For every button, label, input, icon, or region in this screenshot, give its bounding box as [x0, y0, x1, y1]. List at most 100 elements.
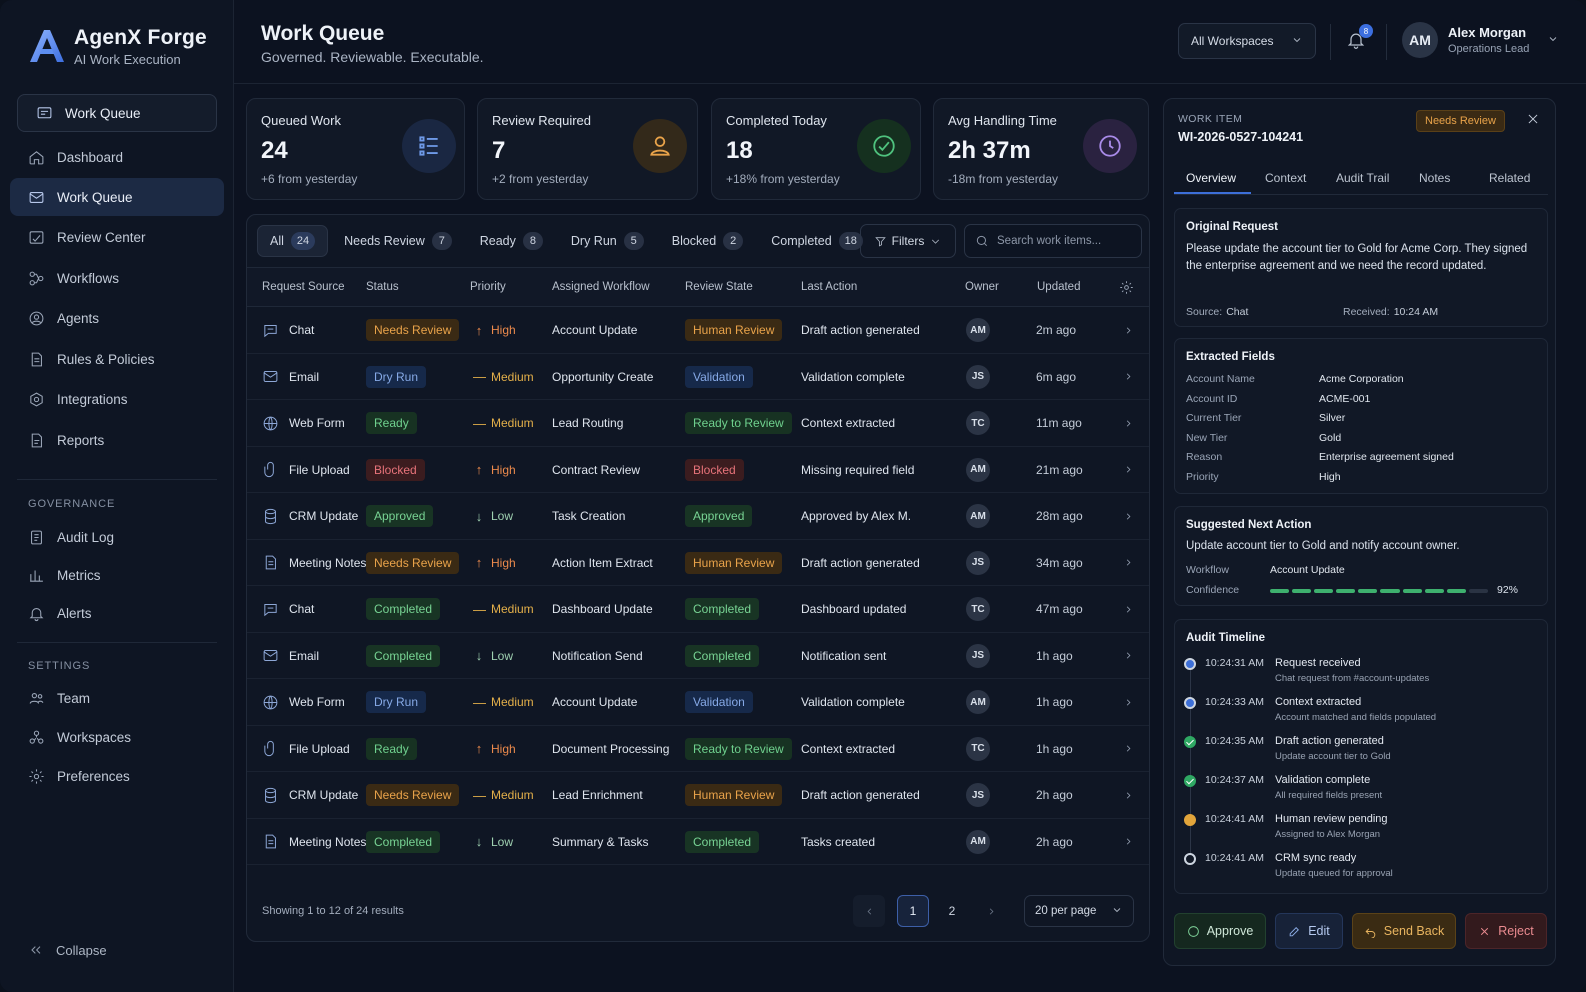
- tab-ready[interactable]: Ready 8: [468, 225, 555, 257]
- sidebar-item-agents[interactable]: Agents: [10, 300, 224, 338]
- priority-label: Medium: [491, 369, 534, 384]
- page-button-1[interactable]: 1: [897, 895, 929, 927]
- arrow-up-icon: ↑: [475, 741, 483, 756]
- tab-context[interactable]: Context: [1265, 171, 1306, 185]
- column-header[interactable]: Request Source: [262, 281, 344, 293]
- sidebar-item-workflows[interactable]: Workflows: [10, 259, 224, 297]
- table-row[interactable]: Chat Needs Review ↑ High Account Update Human…: [247, 307, 1149, 354]
- send-back-button[interactable]: Send Back: [1352, 913, 1456, 949]
- sidebar-item-reports[interactable]: Reports: [10, 421, 224, 459]
- edit-button[interactable]: Edit: [1275, 913, 1343, 949]
- sidebar-item-review-center[interactable]: Review Center: [10, 219, 224, 257]
- stat-card-review[interactable]: Review Required 7 +2 from yesterday: [477, 98, 698, 200]
- governance-section-title: GOVERNANCE: [28, 498, 116, 510]
- table-row[interactable]: Chat Completed — Medium Dashboard Update Comp…: [247, 586, 1149, 633]
- chevron-right-icon[interactable]: [1123, 633, 1134, 679]
- chevron-right-icon[interactable]: [1123, 819, 1134, 865]
- sidebar-item-work-queue[interactable]: Work Queue: [10, 178, 224, 216]
- sidebar-item-alerts[interactable]: Alerts: [10, 594, 224, 632]
- column-header[interactable]: Review State: [685, 281, 753, 293]
- prev-page-button[interactable]: [853, 895, 885, 927]
- tab-completed[interactable]: Completed 18: [759, 225, 875, 257]
- table-row[interactable]: File Upload Ready ↑ High Document Processing…: [247, 726, 1149, 772]
- chevron-right-icon[interactable]: [1123, 493, 1134, 539]
- table-row[interactable]: Web Form Dry Run — Medium Account Update Vali…: [247, 679, 1149, 726]
- table-row[interactable]: File Upload Blocked ↑ High Contract Review Bl…: [247, 447, 1149, 493]
- chevron-right-icon[interactable]: [1123, 354, 1134, 400]
- sidebar-settings-nav: Team Workspaces Preferences: [10, 679, 224, 795]
- close-panel-button[interactable]: [1526, 112, 1540, 129]
- table-row[interactable]: CRM Update Needs Review — Medium Lead Enrich…: [247, 772, 1149, 819]
- review-state-badge: Blocked: [685, 458, 744, 481]
- timeline-subtitle: Account matched and fields populated: [1275, 712, 1437, 723]
- notifications-button[interactable]: 8: [1346, 24, 1373, 52]
- chevron-right-icon[interactable]: [1123, 726, 1134, 772]
- sidebar-item-metrics[interactable]: Metrics: [10, 556, 224, 594]
- integrations-icon: [27, 391, 45, 409]
- workspace-select[interactable]: All Workspaces: [1178, 23, 1316, 59]
- table-row[interactable]: Web Form Ready — Medium Lead Routing Ready to…: [247, 400, 1149, 447]
- approve-button[interactable]: Approve: [1174, 913, 1266, 949]
- table-row[interactable]: Email Completed ↓ Low Notification Send Compl…: [247, 633, 1149, 679]
- collapse-sidebar-button[interactable]: Collapse: [28, 942, 107, 958]
- chevron-right-icon[interactable]: [1123, 586, 1134, 632]
- column-header[interactable]: Status: [366, 281, 399, 293]
- column-header[interactable]: Updated: [1037, 281, 1080, 293]
- column-header[interactable]: Owner: [965, 281, 999, 293]
- chevron-down-icon: [932, 239, 940, 244]
- search-input[interactable]: [997, 235, 1137, 247]
- sidebar-item-audit-log[interactable]: Audit Log: [10, 518, 224, 556]
- chevron-right-icon[interactable]: [1123, 400, 1134, 446]
- timeline-time: 10:24:37 AM: [1205, 774, 1264, 786]
- column-header[interactable]: Last Action: [801, 281, 857, 293]
- chevron-right-icon[interactable]: [1123, 679, 1134, 725]
- tab-overview[interactable]: Overview: [1186, 171, 1236, 185]
- sidebar-item-work-queue-pinned[interactable]: Work Queue: [17, 94, 217, 132]
- tab-dry-run[interactable]: Dry Run 5: [559, 225, 656, 257]
- table-settings-button[interactable]: [1119, 280, 1134, 298]
- chevron-right-icon[interactable]: [1123, 307, 1134, 353]
- sidebar-item-integrations[interactable]: Integrations: [10, 381, 224, 419]
- tab-audit-trail[interactable]: Audit Trail: [1336, 171, 1389, 185]
- updated-time: 34m ago: [1036, 555, 1083, 570]
- sidebar-item-workspaces[interactable]: Workspaces: [10, 718, 224, 756]
- column-header[interactable]: Priority: [470, 281, 506, 293]
- confidence-segment: [1336, 589, 1356, 593]
- table-row[interactable]: CRM Update Approved ↓ Low Task Creation Appro…: [247, 493, 1149, 540]
- sidebar-item-preferences[interactable]: Preferences: [10, 757, 224, 795]
- tab-notes[interactable]: Notes: [1419, 171, 1450, 185]
- dash-icon: —: [473, 694, 486, 710]
- table-row[interactable]: Meeting Notes Needs Review ↑ High Action Ite…: [247, 540, 1149, 586]
- next-page-button[interactable]: [975, 895, 1007, 927]
- page-button-2[interactable]: 2: [936, 895, 968, 927]
- stat-card-handling-time[interactable]: Avg Handling Time 2h 37m -18m from yeste…: [933, 98, 1149, 200]
- bell-icon: [27, 604, 45, 622]
- filters-button[interactable]: Filters: [860, 224, 956, 258]
- search-box[interactable]: [964, 224, 1142, 258]
- user-menu[interactable]: AM Alex Morgan Operations Lead: [1402, 22, 1559, 58]
- reject-button[interactable]: Reject: [1465, 913, 1547, 949]
- tab-blocked[interactable]: Blocked 2: [660, 225, 755, 257]
- clock-icon: [1083, 119, 1137, 173]
- chevron-right-icon[interactable]: [1123, 540, 1134, 586]
- priority: — Medium: [473, 400, 534, 446]
- per-page-select[interactable]: 20 per page: [1024, 895, 1134, 927]
- stat-card-queued[interactable]: Queued Work 24 +6 from yesterday: [246, 98, 465, 200]
- tab-related[interactable]: Related: [1489, 171, 1530, 185]
- table-row[interactable]: Meeting Notes Completed ↓ Low Summary & Task…: [247, 819, 1149, 865]
- chevron-right-icon[interactable]: [1123, 447, 1134, 493]
- brand[interactable]: AgenX Forge AI Work Execution: [26, 24, 207, 68]
- source-value: Chat: [1226, 306, 1249, 318]
- priority-label: Low: [491, 648, 514, 663]
- column-header[interactable]: Assigned Workflow: [552, 281, 650, 293]
- table-row[interactable]: Email Dry Run — Medium Opportunity Create Val…: [247, 354, 1149, 400]
- sidebar-item-dashboard[interactable]: Dashboard: [10, 138, 224, 176]
- tab-all[interactable]: All 24: [257, 225, 329, 257]
- stat-card-completed[interactable]: Completed Today 18 +18% from yesterday: [711, 98, 921, 200]
- sidebar-item-team[interactable]: Team: [10, 679, 224, 717]
- sidebar-item-rules-policies[interactable]: Rules & Policies: [10, 340, 224, 378]
- chevron-right-icon[interactable]: [1123, 772, 1134, 818]
- status-badge: Dry Run: [366, 365, 427, 388]
- mail-icon: [27, 188, 45, 206]
- tab-needs-review[interactable]: Needs Review 7: [332, 225, 464, 257]
